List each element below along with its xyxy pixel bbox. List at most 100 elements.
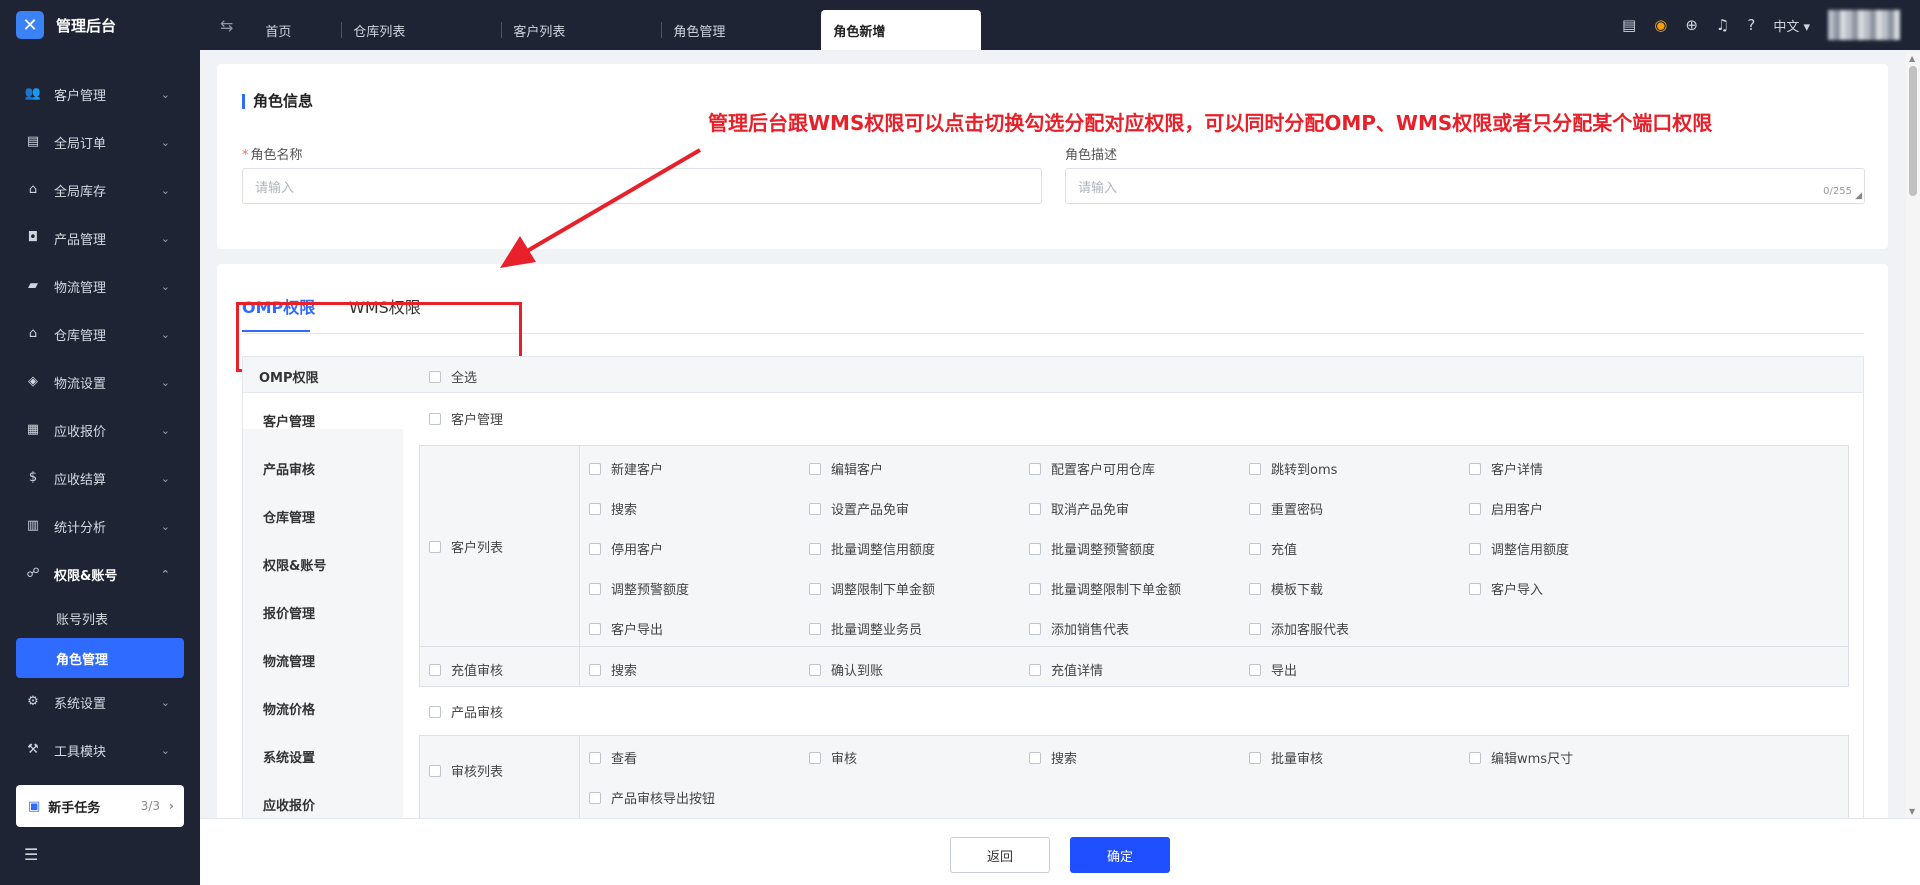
help-icon[interactable]: ? <box>1747 16 1755 34</box>
tab-role-management[interactable]: 角色管理 <box>661 10 821 50</box>
perm-checkbox[interactable]: 搜索 <box>589 499 637 518</box>
menu-fold-icon[interactable]: ☰ <box>24 845 38 864</box>
side-item-quotes[interactable]: 报价管理 <box>263 603 315 622</box>
permission-tabs: OMP权限 WMS权限 <box>236 294 1864 372</box>
perm-checkbox[interactable]: 搜索 <box>1029 748 1077 767</box>
customer-list-checkbox[interactable]: 客户列表 <box>429 537 503 556</box>
sidebar-item-orders[interactable]: ▤ 全局订单 ⌄ <box>0 118 200 166</box>
label-text: 角色名称 <box>250 148 303 163</box>
group-checkbox-customer[interactable]: 客户管理 <box>429 409 503 428</box>
new-task-button[interactable]: ▣ 新手任务 3/3 › <box>16 785 184 827</box>
role-name-input[interactable]: 请输入 <box>242 168 1042 204</box>
perm-checkbox[interactable]: 模板下载 <box>1249 579 1323 598</box>
side-item-warehouse[interactable]: 仓库管理 <box>263 507 315 526</box>
checkbox-box <box>809 751 821 764</box>
perm-checkbox[interactable]: 添加客服代表 <box>1249 619 1349 638</box>
perm-checkbox[interactable]: 配置客户可用仓库 <box>1029 459 1155 478</box>
audit-list-checkbox[interactable]: 审核列表 <box>429 761 503 780</box>
perm-checkbox[interactable]: 确认到账 <box>809 660 883 679</box>
perm-checkbox[interactable]: 编辑wms尺寸 <box>1469 748 1573 767</box>
sidebar-item-customer[interactable]: 👥 客户管理 ⌄ <box>0 70 200 118</box>
perm-checkbox[interactable]: 批量调整预警额度 <box>1029 539 1155 558</box>
perm-checkbox[interactable]: 导出 <box>1249 660 1297 679</box>
perm-checkbox[interactable]: 启用客户 <box>1469 499 1543 518</box>
back-button[interactable]: 返回 <box>950 837 1050 873</box>
tab-role-add[interactable]: 角色新增 <box>821 10 982 50</box>
tab-customer-list[interactable]: 客户列表 <box>501 10 661 50</box>
sidebar-item-logistics-settings[interactable]: ◈ 物流设置 ⌄ <box>0 358 200 406</box>
perm-checkbox[interactable]: 新建客户 <box>589 459 663 478</box>
grid-left-col <box>420 446 580 686</box>
chevron-down-icon: ⌄ <box>160 87 170 101</box>
page-scrollbar[interactable]: ▲ ▼ <box>1906 52 1920 818</box>
side-item-permissions[interactable]: 权限&账号 <box>263 555 326 574</box>
bell-icon[interactable]: ♫ <box>1716 16 1729 34</box>
perm-checkbox[interactable]: 客户详情 <box>1469 459 1543 478</box>
perm-checkbox[interactable]: 产品审核导出按钮 <box>589 788 715 807</box>
sidebar-item-label: 账号列表 <box>56 612 109 628</box>
perm-checkbox[interactable]: 重置密码 <box>1249 499 1323 518</box>
perm-checkbox[interactable]: 充值 <box>1249 539 1297 558</box>
perm-checkbox[interactable]: 取消产品免审 <box>1029 499 1129 518</box>
side-item-receivable-quote[interactable]: 应收报价 <box>263 795 315 814</box>
side-item-logistics-price[interactable]: 物流价格 <box>263 699 315 718</box>
scroll-up-icon[interactable]: ▲ <box>1909 54 1915 63</box>
tab-label: 角色管理 <box>673 24 726 40</box>
sidebar-item-statistics[interactable]: ▥ 统计分析 ⌄ <box>0 502 200 550</box>
scroll-down-icon[interactable]: ▼ <box>1909 807 1915 816</box>
sidebar-item-permissions[interactable]: ☍ 权限&账号 ⌃ <box>0 550 200 598</box>
side-item-customer[interactable]: 客户管理 <box>263 411 315 430</box>
perm-checkbox[interactable]: 编辑客户 <box>809 459 883 478</box>
perm-checkbox[interactable]: 客户导出 <box>589 619 663 638</box>
sidebar-item-tools[interactable]: ⚒ 工具模块 ⌄ <box>0 726 200 774</box>
sidebar-item-system-settings[interactable]: ⚙ 系统设置 ⌄ <box>0 678 200 726</box>
perm-checkbox[interactable]: 搜索 <box>589 660 637 679</box>
perm-checkbox[interactable]: 调整预警额度 <box>589 579 689 598</box>
tab-home[interactable]: 首页 <box>253 10 341 50</box>
perm-checkbox[interactable]: 添加销售代表 <box>1029 619 1129 638</box>
perm-checkbox[interactable]: 停用客户 <box>589 539 663 558</box>
sidebar-item-settlement[interactable]: $ 应收结算 ⌄ <box>0 454 200 502</box>
perm-checkbox[interactable]: 审核 <box>809 748 857 767</box>
sidebar-item-logistics[interactable]: ▰ 物流管理 ⌄ <box>0 262 200 310</box>
sidebar-item-inventory[interactable]: ⌂ 全局库存 ⌄ <box>0 166 200 214</box>
sidebar-subitem-roles[interactable]: 角色管理 <box>16 638 184 678</box>
perm-checkbox[interactable]: 跳转到oms <box>1249 459 1337 478</box>
robot-icon[interactable]: ◉ <box>1654 16 1667 34</box>
role-desc-textarea[interactable]: 请输入 0/255 ◢ <box>1065 168 1865 204</box>
printer-icon[interactable]: ▤ <box>1622 16 1636 34</box>
side-item-logistics[interactable]: 物流管理 <box>263 651 315 670</box>
perm-checkbox[interactable]: 设置产品免审 <box>809 499 909 518</box>
recharge-audit-checkbox[interactable]: 充值审核 <box>429 660 503 679</box>
perm-checkbox[interactable]: 调整信用额度 <box>1469 539 1569 558</box>
perm-checkbox[interactable]: 客户导入 <box>1469 579 1543 598</box>
tab-warehouse-list[interactable]: 仓库列表 <box>341 10 501 50</box>
confirm-button[interactable]: 确定 <box>1070 837 1170 873</box>
perm-checkbox[interactable]: 批量调整限制下单金额 <box>1029 579 1181 598</box>
scrollbar-thumb[interactable] <box>1909 66 1917 196</box>
perm-checkbox[interactable]: 充值详情 <box>1029 660 1103 679</box>
sidebar-item-label: 应收报价 <box>54 424 107 440</box>
perm-checkbox[interactable]: 批量调整业务员 <box>809 619 922 638</box>
sidebar-item-warehouse[interactable]: ⌂ 仓库管理 ⌄ <box>0 310 200 358</box>
sidebar-subitem-accounts[interactable]: 账号列表 <box>0 598 200 638</box>
perm-checkbox[interactable]: 调整限制下单金额 <box>809 579 935 598</box>
sidebar-item-receivable-quote[interactable]: ▦ 应收报价 ⌄ <box>0 406 200 454</box>
swap-icon[interactable]: ⇆ <box>220 16 233 35</box>
perm-checkbox[interactable]: 批量调整信用额度 <box>809 539 935 558</box>
side-item-product-audit[interactable]: 产品审核 <box>263 459 315 478</box>
sidebar-item-products[interactable]: ◘ 产品管理 ⌄ <box>0 214 200 262</box>
group-checkbox-product-audit[interactable]: 产品审核 <box>429 702 503 721</box>
avatar[interactable] <box>1828 10 1900 40</box>
download-icon[interactable]: ⊕ <box>1685 16 1698 34</box>
perm-checkbox[interactable]: 查看 <box>589 748 637 767</box>
language-select[interactable]: 中文 ▾ <box>1773 16 1810 35</box>
brand[interactable]: ✕ 管理后台 <box>0 0 200 50</box>
checkbox-label: 审核 <box>831 752 858 767</box>
app-title: 管理后台 <box>56 16 117 35</box>
select-all-checkbox[interactable]: 全选 <box>429 367 477 386</box>
sidebar: 👥 客户管理 ⌄ ▤ 全局订单 ⌄ ⌂ 全局库存 ⌄ ◘ 产品管理 ⌄ ▰ 物流管理 ⌄ ⌂ 仓库管理… <box>0 50 200 885</box>
perm-checkbox[interactable]: 批量审核 <box>1249 748 1323 767</box>
side-item-system-settings[interactable]: 系统设置 <box>263 747 315 766</box>
resize-handle-icon[interactable]: ◢ <box>1855 191 1862 201</box>
